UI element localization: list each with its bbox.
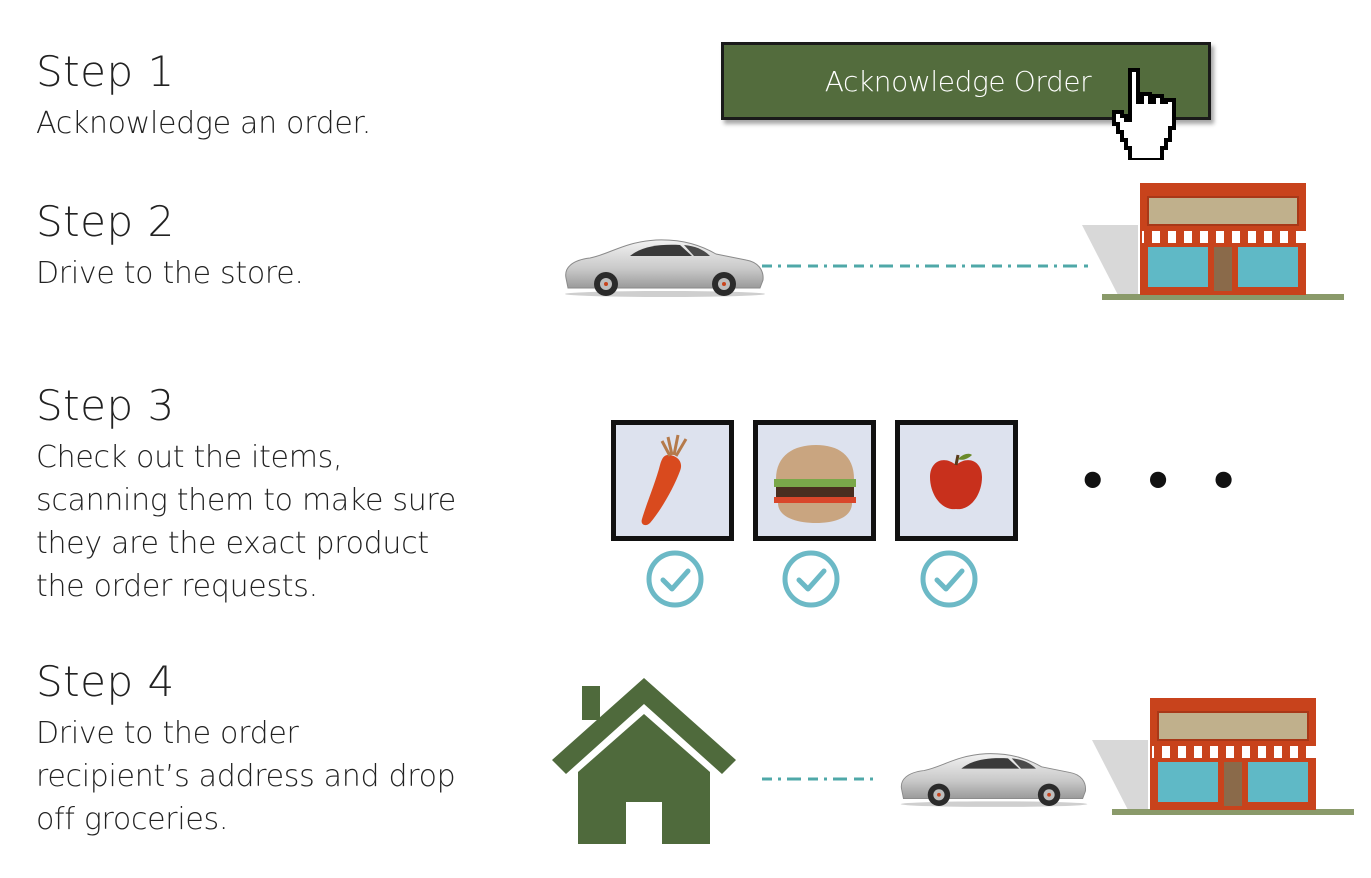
step-2: Step 2 Drive to the store.	[36, 198, 476, 295]
car-icon	[900, 753, 1088, 807]
store-icon	[1082, 183, 1344, 300]
step-2-description: Drive to the store.	[36, 256, 304, 291]
acknowledge-order-label: Acknowledge Order	[824, 64, 1092, 98]
burger-icon	[774, 445, 856, 523]
check-icon	[646, 550, 704, 608]
step-4-description: Drive to the order recipient’s address a…	[36, 716, 456, 837]
step-1: Step 1 Acknowledge an order.	[36, 48, 476, 145]
car-icon	[565, 239, 765, 297]
product-tile-apple	[895, 420, 1018, 541]
step-4: Step 4 Drive to the order recipient’s ad…	[36, 658, 456, 841]
house-icon	[552, 678, 736, 844]
step-4-title: Step 4	[36, 657, 175, 706]
route-line-2	[762, 777, 878, 781]
step-1-description: Acknowledge an order.	[36, 106, 372, 141]
step-2-title: Step 2	[36, 197, 175, 246]
carrot-icon	[641, 434, 688, 526]
step-3-title: Step 3	[36, 381, 175, 430]
step-3-description: Check out the items, scanning them to ma…	[36, 440, 456, 604]
check-icon	[920, 550, 978, 608]
more-items-indicator: • • •	[1078, 454, 1249, 508]
product-tile-carrot	[611, 420, 734, 541]
apple-icon	[930, 453, 982, 510]
product-tile-burger	[753, 420, 876, 541]
hand-cursor-icon	[1112, 68, 1176, 160]
route-line-1	[762, 264, 1088, 268]
step-3: Step 3 Check out the items, scanning the…	[36, 382, 466, 608]
store-icon	[1092, 698, 1354, 815]
check-icon	[782, 550, 840, 608]
step-1-title: Step 1	[36, 47, 175, 96]
